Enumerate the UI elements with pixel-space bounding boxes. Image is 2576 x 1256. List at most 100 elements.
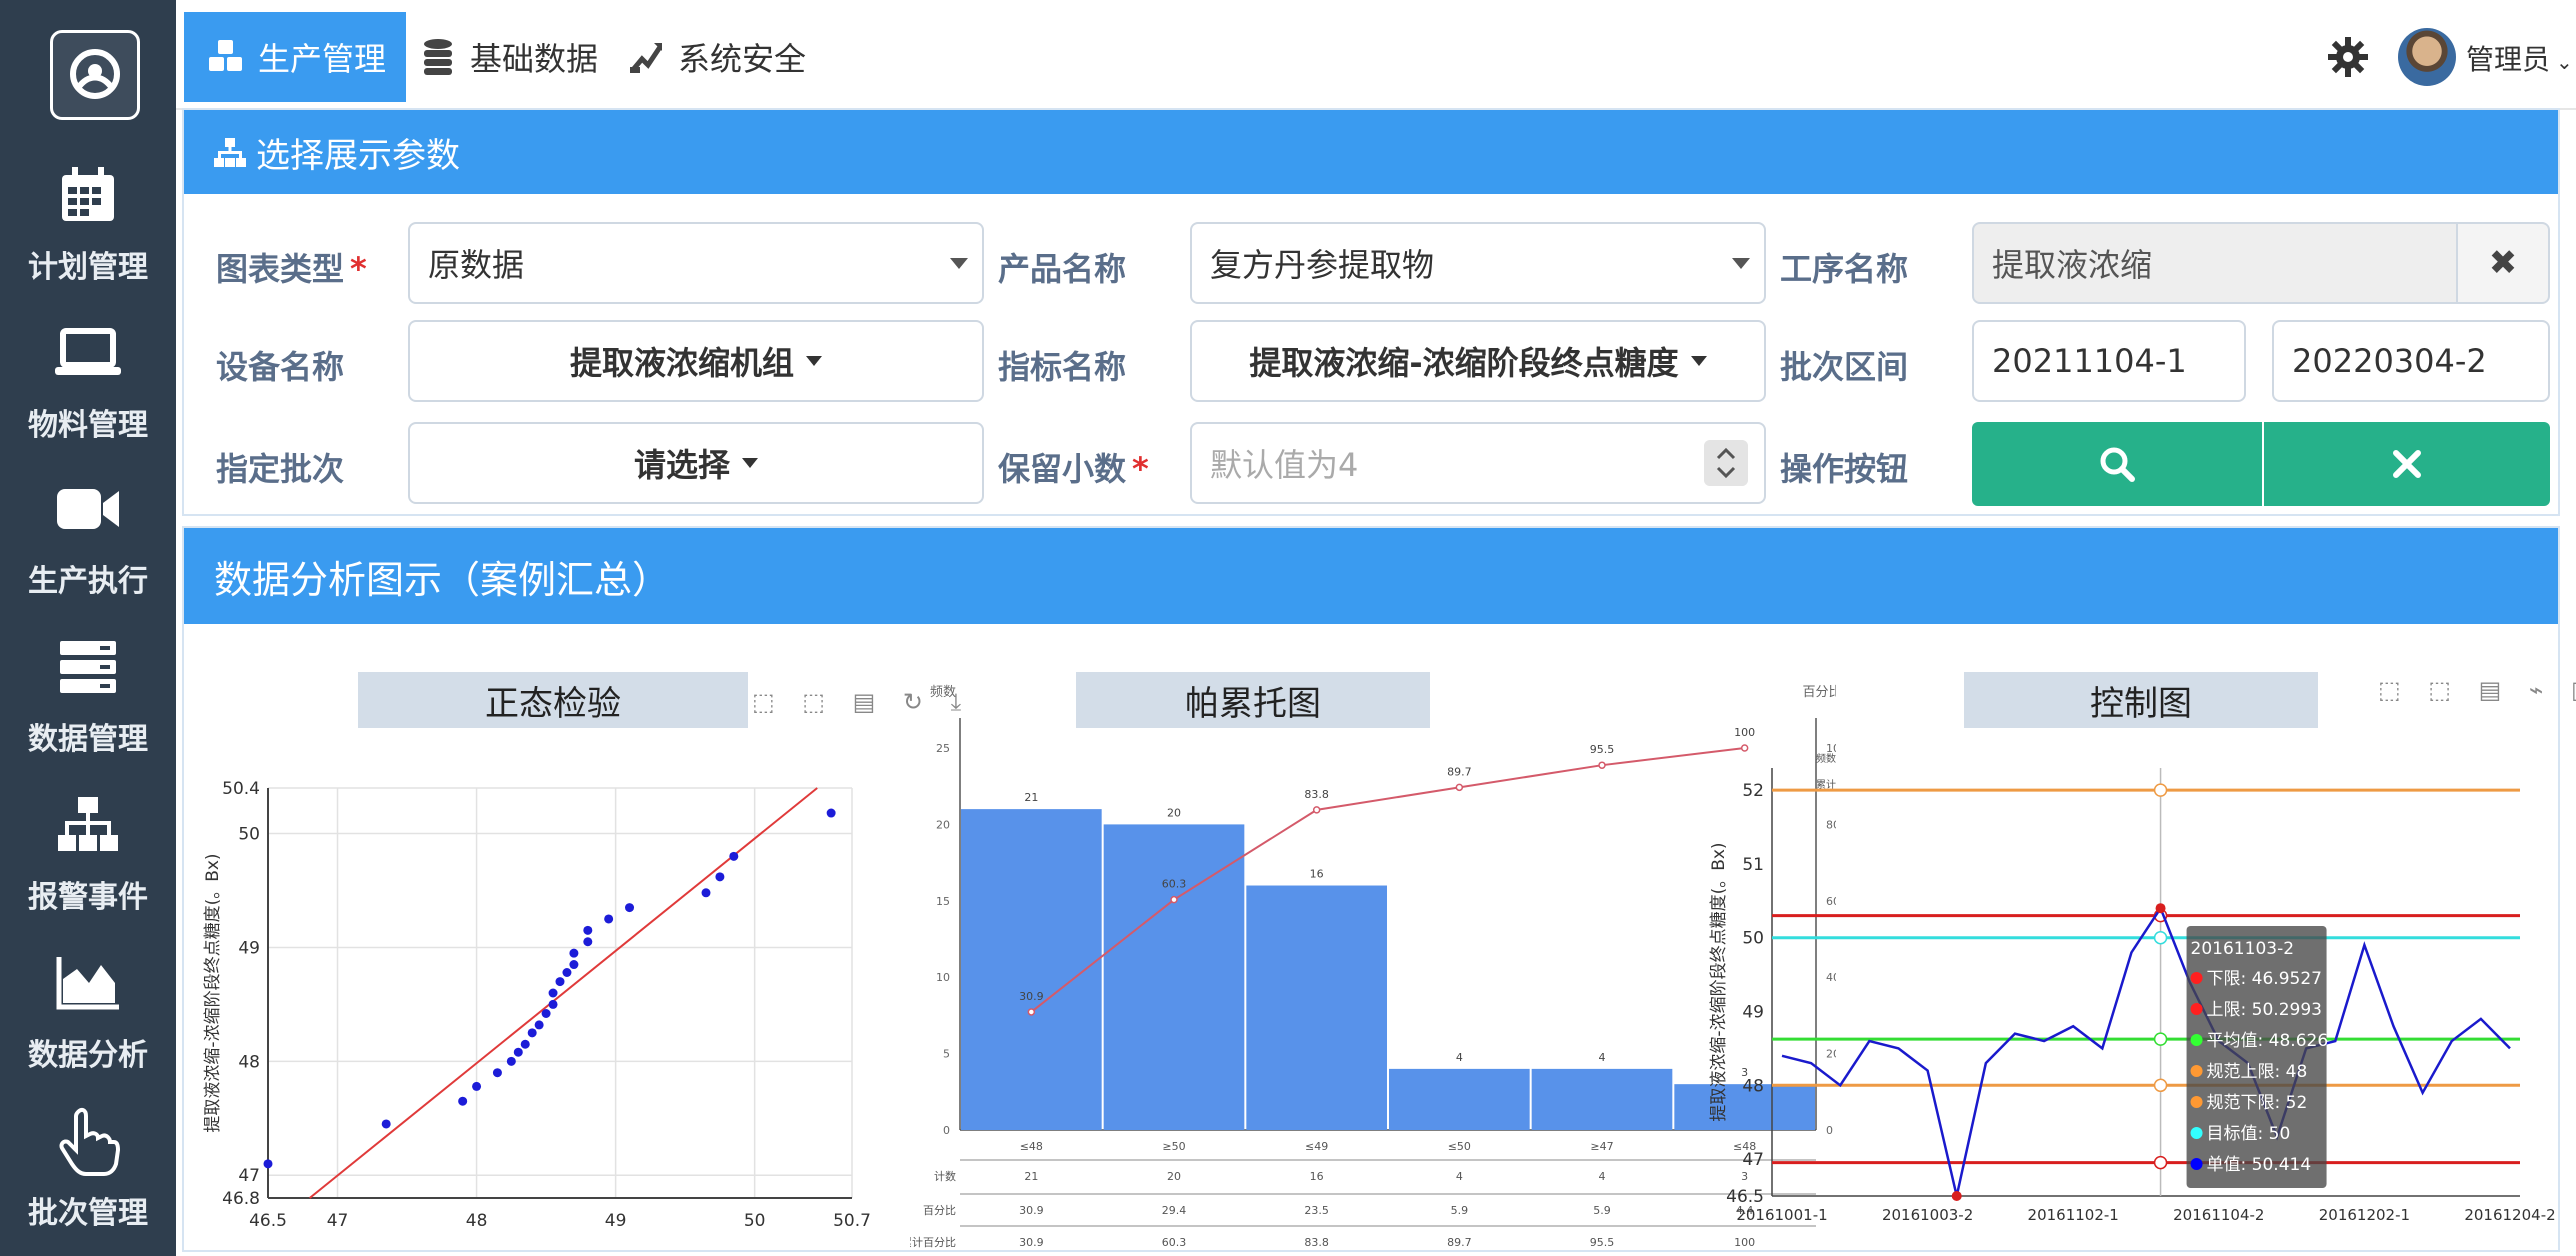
y-tick-label: 47 (1742, 1150, 1764, 1170)
data-point (381, 1119, 391, 1129)
x-tick-label: ≤49 (1305, 1140, 1328, 1153)
area-chart-icon (53, 948, 123, 1018)
user-name: 管理员 (2466, 43, 2551, 76)
sidebar-item-4[interactable]: 数据管理 (0, 622, 176, 772)
search-button[interactable] (1972, 422, 2262, 506)
clear-process-button[interactable]: ✖ (2458, 222, 2550, 304)
decimals-input[interactable]: 默认值为4 (1190, 422, 1766, 504)
y-tick-label: 51 (1742, 855, 1764, 875)
x-tick-label: ≥47 (1590, 1140, 1613, 1153)
param-panel-header: 选择展示参数 (184, 110, 2558, 194)
database-icon (416, 35, 460, 79)
app-logo[interactable] (50, 30, 140, 120)
product-select[interactable]: 复方丹参提取物 (1190, 222, 1766, 304)
chart-toolbox-right[interactable]: ⬚ ⬚ ▤ ⌁ ▥ ↻ (2378, 676, 2576, 704)
reset-button[interactable] (2264, 422, 2550, 506)
bar-value-label: 21 (1024, 791, 1038, 804)
tab-security[interactable]: 系统安全 (624, 12, 806, 102)
y-axis-label: 提取液浓缩-浓缩阶段终点糖度(。Bx) (203, 853, 223, 1132)
table-cell: 95.5 (1590, 1236, 1615, 1249)
sidebar-item-7[interactable]: 批次管理 (0, 1096, 176, 1246)
sidebar-item-label: 计划管理 (28, 250, 148, 285)
y-tick-label: 5 (943, 1048, 950, 1061)
y-tick-label: 46.8 (222, 1189, 260, 1209)
bar (1531, 1068, 1673, 1130)
cumulative-point (1027, 1008, 1036, 1016)
individual-value-line (1781, 905, 2511, 1197)
sidebar-item-label: 批次管理 (28, 1196, 148, 1231)
data-point (458, 1096, 468, 1106)
tooltip-color-dot (2190, 1003, 2203, 1015)
gear-icon[interactable] (2326, 35, 2370, 79)
sidebar-item-1[interactable]: 计划管理 (0, 150, 176, 300)
out-of-control-point (2155, 903, 2166, 914)
x-tick-label: 20161003-2 (1882, 1206, 1973, 1224)
avatar[interactable] (2398, 28, 2456, 86)
cumulative-label: 95.5 (1590, 743, 1615, 756)
chart-type-select[interactable]: 原数据 (408, 222, 984, 304)
x-tick-label: 20161202-1 (2319, 1206, 2410, 1224)
x-tick-label: 50 (744, 1211, 766, 1231)
data-point (826, 808, 836, 818)
required-mark: * (1132, 450, 1149, 488)
x-tick-label: 47 (327, 1211, 349, 1231)
sidebar-item-6[interactable]: 数据分析 (0, 938, 176, 1088)
x-tick-label: ≤50 (1448, 1140, 1471, 1153)
sidebar-item-2[interactable]: 物料管理 (0, 308, 176, 458)
hand-pointer-icon (53, 1106, 123, 1176)
data-point (569, 960, 579, 970)
limit-hover-marker (2153, 1078, 2168, 1093)
tooltip-color-dot (2190, 1096, 2203, 1108)
data-point (729, 851, 739, 861)
cumulative-point (1170, 895, 1178, 904)
left-axis-title: 频数 (930, 685, 956, 700)
spinner-arrows-icon[interactable] (1704, 440, 1748, 486)
cumulative-point (1455, 783, 1464, 792)
cumulative-label: 30.9 (1019, 990, 1044, 1003)
tooltip-box (2186, 926, 2327, 1188)
tooltip-color-dot (2190, 1127, 2203, 1139)
x-tick-label: 20161001-1 (1736, 1206, 1827, 1224)
batch-label: 指定批次 (216, 450, 345, 488)
limit-hover-marker (2153, 930, 2168, 945)
tab-production[interactable]: 生产管理 (184, 12, 407, 102)
table-row-label: 累计百分比 (910, 1236, 956, 1249)
table-cell: 4 (1599, 1170, 1606, 1183)
app-root: 计划管理物料管理 生产执行 数据管理 报警事件 数据分析批次管理 生产管理 基础数据 系… (0, 0, 2576, 1256)
cumulative-label: 60.3 (1162, 878, 1187, 891)
process-label: 工序名称 (1780, 250, 1909, 288)
tab-basic-data[interactable]: 基础数据 (416, 12, 598, 102)
required-mark: * (350, 250, 367, 288)
tooltip-row: 单值: 50.414 (2207, 1155, 2312, 1175)
data-point (625, 903, 635, 913)
user-menu[interactable]: 管理员 ⌄ (2466, 38, 2573, 78)
limit-hover-marker (2153, 783, 2168, 797)
sitemap-icon (53, 790, 123, 860)
chart-type-label: 图表类型 * (216, 244, 367, 290)
batch-from-input[interactable]: 20211104-1 (1972, 320, 2246, 402)
index-dropdown[interactable]: 提取液浓缩-浓缩阶段终点糖度 (1190, 320, 1766, 402)
input-value: 20211104-1 (1992, 342, 2187, 380)
caret-down-icon (1690, 356, 1707, 366)
tooltip-color-dot (2190, 1158, 2203, 1170)
sidebar-item-3[interactable]: 生产执行 (0, 464, 176, 614)
data-point (520, 1039, 530, 1049)
sidebar-item-5[interactable]: 报警事件 (0, 780, 176, 930)
bar (1246, 885, 1387, 1130)
data-point (263, 1159, 273, 1169)
fit-line (309, 787, 818, 1199)
batch-dropdown[interactable]: 请选择 (408, 422, 984, 504)
param-panel-title: 选择展示参数 (256, 135, 460, 176)
table-cell: 21 (1024, 1170, 1038, 1183)
caret-down-icon (742, 458, 758, 468)
index-label: 指标名称 (998, 348, 1127, 386)
data-point (513, 1047, 523, 1057)
table-cell: 89.7 (1447, 1236, 1472, 1249)
device-dropdown[interactable]: 提取液浓缩机组 (408, 320, 984, 402)
process-field[interactable]: 提取液浓缩 (1972, 222, 2458, 304)
y-tick-label: 50.4 (222, 779, 260, 799)
y-tick-label: 15 (936, 895, 950, 908)
table-cell: 30.9 (1019, 1204, 1044, 1217)
tooltip-row: 平均值: 48.626 (2207, 1031, 2329, 1051)
batch-to-input[interactable]: 20220304-2 (2272, 320, 2550, 402)
